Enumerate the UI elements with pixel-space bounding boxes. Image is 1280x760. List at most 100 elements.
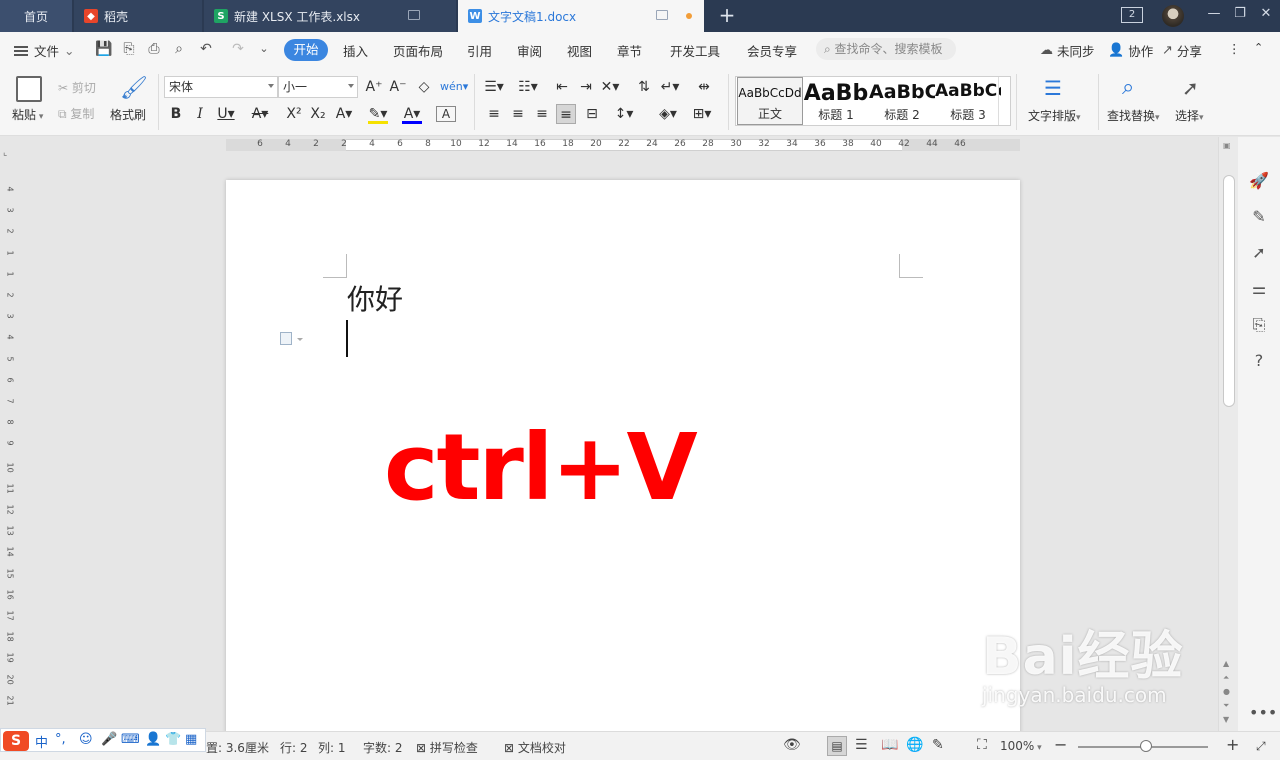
vertical-scrollbar[interactable]: ▣ ▲ ⏶ ● ⏷ ▼ bbox=[1218, 137, 1238, 731]
tab-reference[interactable]: 引用 bbox=[467, 41, 492, 60]
sogou-logo-icon[interactable]: S bbox=[3, 731, 29, 751]
line-spacing-icon[interactable]: ↕▾ bbox=[614, 104, 634, 124]
numbered-list-icon[interactable]: ☷▾ bbox=[518, 77, 538, 97]
prev-page-icon[interactable]: ⏶ bbox=[1223, 673, 1229, 683]
select-button[interactable]: 选择▾ bbox=[1175, 107, 1204, 124]
print-preview-icon[interactable]: ⌕ bbox=[170, 40, 188, 58]
tab-docx[interactable]: W 文字文稿1.docx bbox=[458, 0, 704, 32]
distributed-icon[interactable]: ⇹ bbox=[694, 77, 714, 97]
save-icon[interactable]: 💾 bbox=[95, 40, 113, 58]
format-painter-button[interactable]: 格式刷 bbox=[110, 106, 146, 123]
export-icon[interactable]: ⎘ bbox=[120, 40, 138, 58]
borders-icon[interactable]: ⊞▾ bbox=[692, 104, 712, 124]
text-layout-button[interactable]: 文字排版▾ bbox=[1028, 107, 1081, 124]
char-border-icon[interactable]: A bbox=[436, 106, 456, 122]
italic-icon[interactable]: I bbox=[190, 104, 210, 124]
vertical-ruler[interactable]: 4 3 2 1 1 2 3 4 5 6 7 8 9 10 11 12 13 14 15 16 17 18 19 20 21 bbox=[0, 160, 16, 730]
clear-format-icon[interactable]: ◇ bbox=[414, 77, 434, 97]
pinyin-icon[interactable]: wén▾ bbox=[440, 77, 468, 97]
tab-devtools[interactable]: 开发工具 bbox=[670, 41, 720, 60]
distribute-align-icon[interactable]: ⊟ bbox=[582, 104, 602, 124]
tab-home[interactable]: 首页 bbox=[0, 0, 72, 32]
font-color-icon[interactable]: A▾ bbox=[402, 104, 422, 124]
show-marks-icon[interactable]: ↵▾ bbox=[660, 77, 680, 97]
style-normal[interactable]: AaBbCcDd 正文 bbox=[737, 77, 803, 125]
style-heading1[interactable]: AaBb 标题 1 bbox=[803, 77, 869, 125]
fit-page-icon[interactable]: ⛶ bbox=[977, 737, 987, 753]
document-page[interactable]: 你好 ctrl+V bbox=[226, 180, 1020, 731]
share-button[interactable]: ↗ 分享 bbox=[1162, 41, 1202, 60]
shading-icon[interactable]: ◈▾ bbox=[658, 104, 678, 124]
tab-review[interactable]: 审阅 bbox=[517, 41, 542, 60]
doc-proof-button[interactable]: ⊠ 文档校对 bbox=[504, 739, 566, 756]
minimize-icon[interactable]: — bbox=[1204, 6, 1224, 21]
window-count-badge[interactable]: 2 bbox=[1121, 7, 1143, 23]
superscript-icon[interactable]: X² bbox=[284, 104, 304, 124]
align-left-icon[interactable]: ≡ bbox=[484, 104, 504, 124]
tab-stop-icon[interactable]: ⌞ bbox=[3, 148, 7, 158]
justify-icon[interactable]: ≡ bbox=[556, 104, 576, 124]
collapse-ribbon-icon[interactable]: ⌃ bbox=[1254, 41, 1263, 54]
underline-icon[interactable]: U▾ bbox=[216, 104, 236, 124]
bullet-list-icon[interactable]: ☰▾ bbox=[484, 77, 504, 97]
fullscreen-icon[interactable]: ⤢ bbox=[1256, 739, 1266, 754]
next-page-icon[interactable]: ⏷ bbox=[1223, 701, 1229, 711]
paste-icon[interactable] bbox=[16, 76, 42, 102]
zoom-out-icon[interactable]: − bbox=[1054, 735, 1067, 754]
undo-icon[interactable]: ↶ bbox=[197, 40, 215, 58]
font-shrink-icon[interactable]: A⁻ bbox=[388, 77, 408, 97]
pen-icon[interactable]: ✎ bbox=[1249, 207, 1269, 227]
copy-button[interactable]: ⧉ 复制 bbox=[58, 105, 94, 122]
tab-insert[interactable]: 插入 bbox=[343, 41, 368, 60]
decrease-indent-icon[interactable]: ⇤ bbox=[552, 77, 572, 97]
zoom-slider-handle[interactable] bbox=[1140, 740, 1152, 752]
web-view-icon[interactable]: 🌐 bbox=[906, 737, 923, 753]
page-view-icon[interactable]: ▤ bbox=[827, 736, 847, 756]
file-menu[interactable]: 文件 ⌄ bbox=[14, 41, 75, 60]
subscript-icon[interactable]: X₂ bbox=[308, 104, 328, 124]
strikethrough-icon[interactable]: A▾ bbox=[250, 104, 270, 124]
scroll-down-icon[interactable]: ▼ bbox=[1223, 715, 1229, 724]
align-right-icon[interactable]: ≡ bbox=[532, 104, 552, 124]
text-direction-icon[interactable]: ⇅ bbox=[634, 77, 654, 97]
tab-view[interactable]: 视图 bbox=[567, 41, 592, 60]
user-icon[interactable]: 👤 bbox=[145, 732, 161, 747]
microphone-icon[interactable]: 🎤 bbox=[101, 732, 117, 747]
skin-icon[interactable]: 👕 bbox=[165, 732, 181, 747]
spell-check-button[interactable]: ⊠ 拼写检查 bbox=[416, 739, 478, 756]
paragraph-handle-icon[interactable] bbox=[280, 332, 303, 345]
keyboard-icon[interactable]: ⌨ bbox=[121, 732, 140, 747]
increase-indent-icon[interactable]: ⇥ bbox=[576, 77, 596, 97]
more-icon[interactable]: ⋮ bbox=[1228, 41, 1241, 56]
emoji-icon[interactable]: ☺ bbox=[79, 732, 93, 747]
scrollbar-thumb[interactable] bbox=[1223, 175, 1235, 407]
avatar[interactable] bbox=[1162, 5, 1184, 27]
toolbox-icon[interactable]: ▦ bbox=[185, 732, 197, 747]
tab-chapter[interactable]: 章节 bbox=[617, 41, 642, 60]
command-search-input[interactable]: ⌕ 查找命令、搜索模板 bbox=[816, 38, 956, 60]
scroll-top-icon[interactable]: ▣ bbox=[1223, 141, 1231, 150]
find-replace-button[interactable]: 查找替换▾ bbox=[1107, 107, 1160, 124]
customize-icon[interactable]: ⌄ bbox=[255, 40, 273, 58]
ime-language[interactable]: 中 bbox=[35, 732, 48, 751]
print-icon[interactable]: ⎙ bbox=[145, 40, 163, 58]
pointer-icon[interactable]: ➚ bbox=[1249, 243, 1269, 263]
text-effect-icon[interactable]: A▾ bbox=[334, 104, 354, 124]
horizontal-ruler[interactable]: 6 4 2 2 4 6 8 10 12 14 16 18 20 22 24 26 28 30 32 34 36 38 40 4… bbox=[226, 137, 1020, 153]
font-size-select[interactable]: 小一 bbox=[278, 76, 358, 98]
outline-view-icon[interactable]: ☰ bbox=[855, 737, 868, 753]
inbox-icon[interactable]: ⎘ bbox=[1249, 315, 1269, 335]
font-grow-icon[interactable]: A⁺ bbox=[364, 77, 384, 97]
style-heading2[interactable]: AaBbC 标题 2 bbox=[869, 77, 935, 125]
screen-icon[interactable] bbox=[408, 10, 420, 20]
paste-button[interactable]: 粘贴 ▾ bbox=[12, 106, 43, 123]
tab-member[interactable]: 会员专享 bbox=[747, 41, 797, 60]
tab-layout[interactable]: 页面布局 bbox=[393, 41, 443, 60]
document-text[interactable]: 你好 bbox=[347, 278, 403, 318]
ime-punctuation[interactable]: °, bbox=[55, 732, 66, 747]
eye-protect-icon[interactable]: 👁 bbox=[783, 737, 801, 753]
sync-button[interactable]: ☁ 未同步 bbox=[1040, 41, 1095, 60]
zoom-select[interactable]: 100% ▾ bbox=[1000, 739, 1042, 753]
reading-view-icon[interactable]: 📖 bbox=[881, 737, 898, 753]
tab-xlsx[interactable]: S 新建 XLSX 工作表.xlsx bbox=[204, 0, 456, 32]
